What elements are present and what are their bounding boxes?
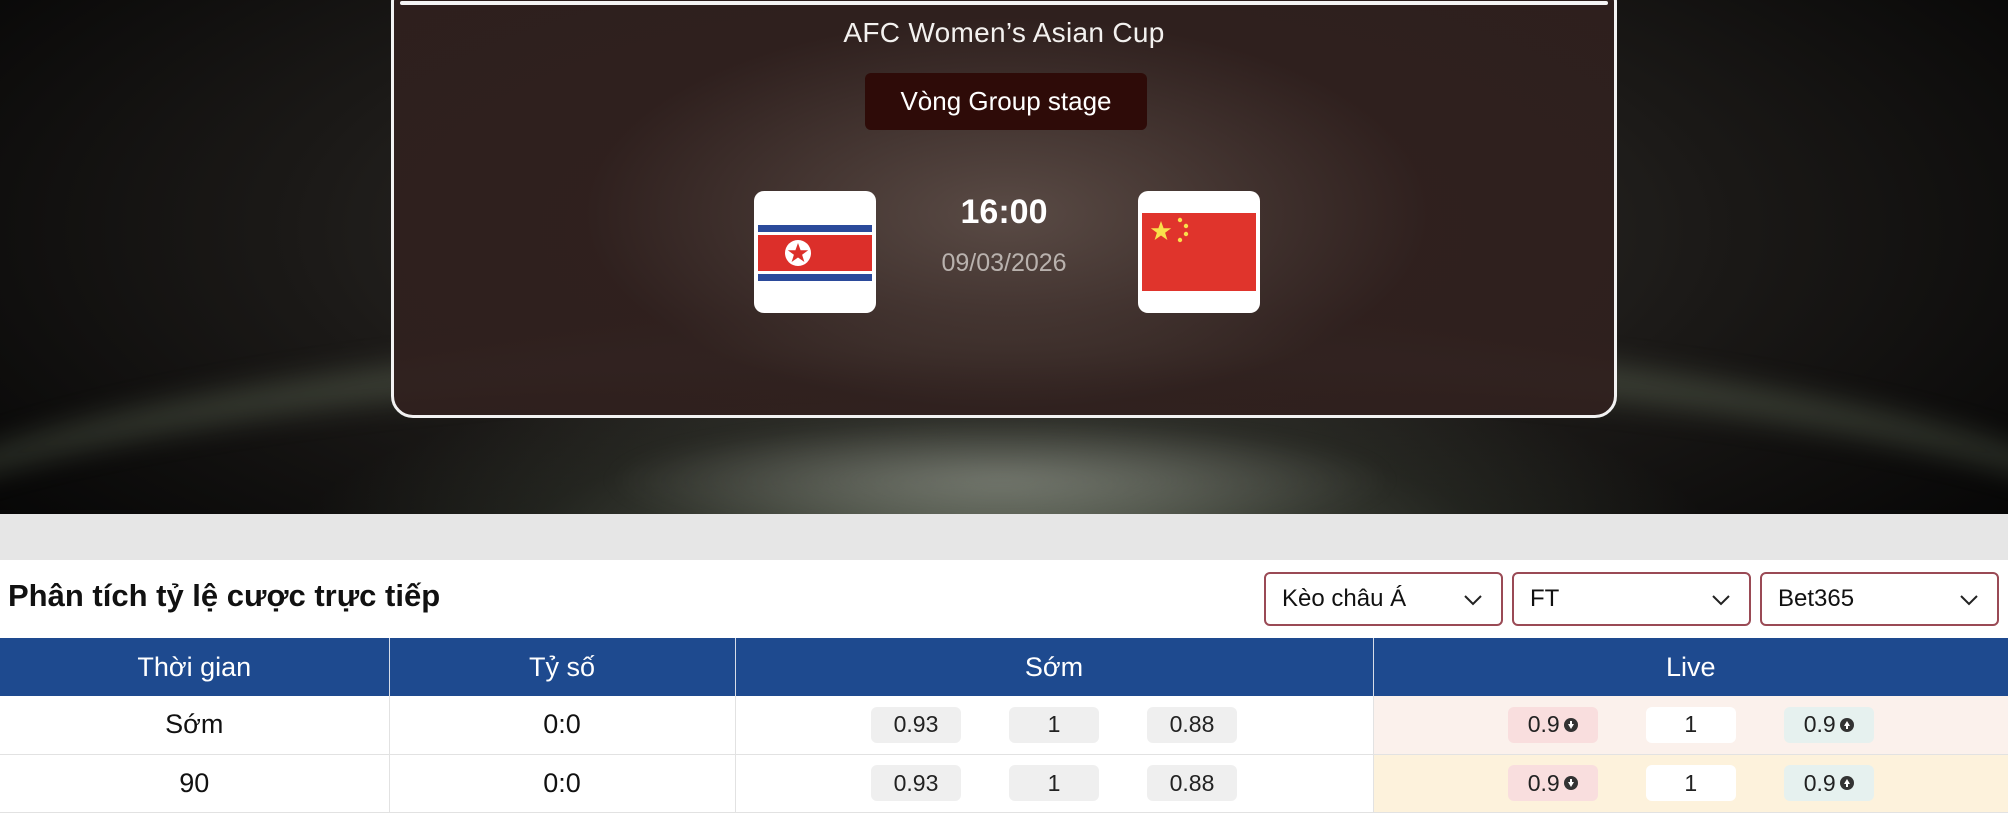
chevron-down-icon: [1464, 595, 1482, 606]
bookmaker-select[interactable]: Bet365: [1760, 572, 1999, 626]
arrow-up-icon: [1839, 776, 1854, 790]
live-away-odds-value: 0.9: [1803, 711, 1836, 738]
row-score: 0:0: [389, 696, 736, 755]
early-away-odds: 0.88: [1147, 765, 1237, 801]
period-select-value: FT: [1530, 585, 1560, 612]
arrow-down-icon: [1563, 776, 1578, 790]
period-select[interactable]: FT: [1512, 572, 1751, 626]
arrow-down-icon: [1563, 717, 1578, 732]
live-away-odds-value: 0.9: [1803, 769, 1836, 796]
live-home-odds-value: 0.9: [1527, 711, 1560, 738]
card-top-divider: [400, 1, 1608, 5]
odds-table-header: Thời gian Tỷ số Sớm Live: [0, 638, 2008, 696]
live-home-odds: 0.9: [1507, 765, 1598, 801]
live-odds-cell: 0.9 1 0.9: [1373, 754, 2008, 813]
league-name: AFC Women’s Asian Cup: [843, 17, 1165, 48]
header-time: Thời gian: [0, 638, 390, 696]
away-team-flag[interactable]: [1138, 191, 1260, 313]
section-divider: [0, 514, 2008, 560]
section-title: Phân tích tỷ lệ cược trực tiếp: [8, 578, 441, 613]
header-live: Live: [1373, 638, 2008, 696]
chevron-down-icon: [1960, 595, 1978, 606]
early-handicap: 1: [1009, 706, 1099, 743]
table-row[interactable]: Sớm 0:0 0.93 1 0.88 0.9 1 0.9: [0, 696, 2008, 755]
match-date: 09/03/2026: [941, 249, 1067, 277]
live-away-odds: 0.9: [1783, 706, 1874, 743]
odds-table: Thời gian Tỷ số Sớm Live Sớm 0:0 0.93 1 …: [0, 638, 2008, 813]
header-early: Sớm: [735, 638, 1374, 696]
match-hero: AFC Women’s Asian Cup Vòng Group stage 1…: [0, 0, 2008, 514]
chevron-down-icon: [1712, 595, 1730, 606]
live-away-odds: 0.9: [1783, 765, 1874, 801]
row-time: 90: [0, 754, 390, 813]
early-odds-cell: 0.93 1 0.88: [735, 754, 1374, 813]
early-odds-cell: 0.93 1 0.88: [735, 696, 1374, 755]
early-away-odds: 0.88: [1147, 706, 1237, 743]
live-odds-cell: 0.9 1 0.9: [1373, 696, 2008, 755]
bookmaker-select-value: Bet365: [1778, 585, 1855, 612]
row-time: Sớm: [0, 696, 390, 755]
live-handicap: 1: [1645, 765, 1736, 801]
match-card: AFC Women’s Asian Cup Vòng Group stage 1…: [391, 0, 1617, 418]
header-score: Tỷ số: [389, 638, 736, 696]
market-select-value: Kèo châu Á: [1282, 585, 1407, 612]
early-handicap: 1: [1009, 765, 1099, 801]
round-badge: Vòng Group stage: [865, 73, 1147, 130]
live-home-odds-value: 0.9: [1527, 769, 1560, 796]
live-home-odds: 0.9: [1507, 706, 1598, 743]
early-home-odds: 0.93: [871, 765, 961, 801]
early-home-odds: 0.93: [871, 706, 961, 743]
live-handicap: 1: [1645, 706, 1736, 743]
row-score: 0:0: [389, 754, 736, 813]
market-select[interactable]: Kèo châu Á: [1264, 572, 1503, 626]
kickoff-time: 16:00: [960, 193, 1048, 231]
table-row[interactable]: 90 0:0 0.93 1 0.88 0.9 1 0.9: [0, 754, 2008, 813]
arrow-up-icon: [1839, 717, 1854, 732]
stadium-haze: [600, 420, 1400, 514]
odds-analysis-section: Phân tích tỷ lệ cược trực tiếp Kèo châu …: [0, 560, 2008, 813]
china-flag-icon: [1142, 213, 1256, 291]
